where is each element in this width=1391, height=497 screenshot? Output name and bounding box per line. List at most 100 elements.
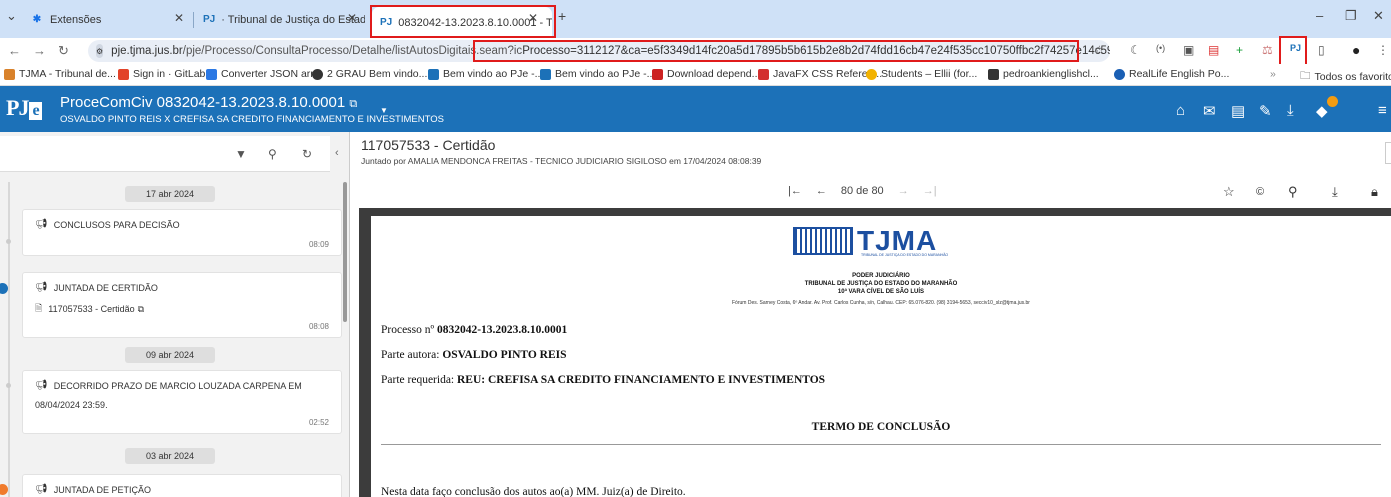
filter-icon[interactable]: ▼: [235, 147, 247, 161]
tab-tjma[interactable]: PJ · Tribunal de Justiça do Estado ✕: [195, 7, 365, 32]
bookmark-label: pedroankienglishcl...: [1003, 68, 1099, 80]
field-value: OSVALDO PINTO REIS: [442, 349, 567, 361]
reload-icon[interactable]: ↻: [58, 43, 69, 59]
url-bar[interactable]: ⚙ pje.tjma.jus.br/pje/Processo/ConsultaP…: [88, 40, 1110, 62]
download-icon[interactable]: ⤓: [1332, 184, 1338, 200]
document-link-text: 117057533 - Certidão: [48, 304, 135, 314]
bookmark-item[interactable]: Sign in · GitLab: [118, 68, 205, 80]
forward-icon[interactable]: →: [33, 43, 46, 58]
download-icon[interactable]: ⤓: [1287, 102, 1294, 119]
bookmark-label: RealLife English Po...: [1129, 68, 1230, 80]
megaphone-icon: 📢︎: [35, 282, 48, 293]
new-tab-icon[interactable]: +: [558, 8, 566, 24]
timeline-event[interactable]: 📢︎ JUNTADA DE PETIÇÃO: [22, 474, 342, 497]
close-window-icon[interactable]: ✕: [1373, 8, 1384, 24]
hamburger-menu-icon[interactable]: ≡: [1378, 102, 1387, 119]
timeline-dot: [0, 484, 8, 495]
bookmark-label: Bem vindo ao PJe -...: [443, 68, 544, 80]
restore-icon[interactable]: ❐: [1345, 8, 1357, 24]
pagination: |← ← 80 de 80 → →|: [788, 185, 951, 197]
last-page-icon[interactable]: →|: [923, 185, 937, 197]
star-icon[interactable]: ☆: [1223, 184, 1235, 200]
bookmark-item[interactable]: pedroankienglishcl...: [988, 68, 1099, 80]
extension-icon[interactable]: ▤: [1208, 43, 1219, 57]
document-title: 117057533 - Certidão: [361, 137, 496, 153]
clipboard-icon[interactable]: ⧉: [138, 304, 144, 315]
bookmark-item[interactable]: 2 GRAU Bem vindo...: [312, 68, 427, 80]
back-icon[interactable]: ←: [8, 43, 21, 58]
home-icon[interactable]: ⌂: [1176, 102, 1185, 119]
field-value: REU: CREFISA SA CREDITO FINANCIAMENTO E …: [457, 374, 826, 386]
edit-icon[interactable]: ✎: [1259, 102, 1272, 120]
date-label: 09 abr 2024: [125, 347, 215, 363]
refresh-icon[interactable]: ↻: [302, 147, 312, 161]
browser-menu-icon[interactable]: ⋮: [1377, 43, 1389, 57]
close-icon[interactable]: ✕: [528, 11, 538, 25]
bookmarks-overflow-icon[interactable]: »: [1270, 68, 1276, 80]
timeline-search-bar[interactable]: ▼ ⚲ ↻: [0, 136, 330, 172]
tag-icon[interactable]: ◆: [1316, 102, 1328, 120]
event-title: 📢︎ CONCLUSOS PARA DECISÃO: [35, 219, 180, 230]
pje-extension-icon[interactable]: PJ: [1290, 43, 1301, 53]
timeline-dot: [6, 383, 11, 388]
copy-icon[interactable]: ⧉: [349, 98, 357, 110]
extension-icon[interactable]: +: [1236, 43, 1243, 57]
other-bookmarks-label: Todos os favoritos: [1314, 71, 1391, 83]
mail-icon[interactable]: ✉: [1203, 102, 1216, 120]
bookmark-item[interactable]: Converter JSON arr...: [206, 68, 322, 80]
extension-icon[interactable]: ▣: [1183, 43, 1194, 57]
timeline-event[interactable]: 📢︎ DECORRIDO PRAZO DE MARCIO LOUZADA CARP…: [22, 370, 342, 434]
extension-icon[interactable]: ⚖: [1262, 43, 1273, 57]
collapse-panel-icon[interactable]: ‹: [335, 147, 339, 159]
browser-tab-strip: ⌄ ✱ Extensões ✕ PJ · Tribunal de Justiça…: [0, 0, 1391, 38]
previous-page-icon[interactable]: ←: [816, 185, 827, 197]
event-time: 02:52: [308, 418, 329, 427]
bookmark-item[interactable]: RealLife English Po...: [1114, 68, 1229, 80]
profile-icon[interactable]: ●: [1352, 42, 1360, 58]
search-icon[interactable]: ⚲: [268, 147, 277, 161]
dark-mode-extension-icon[interactable]: ☾: [1130, 43, 1141, 57]
tab-label: Extensões: [50, 13, 102, 26]
field-label: Parte autora:: [381, 349, 443, 361]
close-icon[interactable]: ✕: [347, 11, 357, 25]
timeline-event[interactable]: 📢︎ CONCLUSOS PARA DECISÃO 08:09: [22, 209, 342, 256]
first-page-icon[interactable]: |←: [788, 185, 802, 197]
timeline-line: [8, 182, 10, 497]
lock-icon[interactable]: 🔒︎: [1371, 184, 1378, 200]
document-icon[interactable]: ▤: [1231, 102, 1245, 120]
pje-logo[interactable]: PJ e: [6, 95, 42, 121]
close-icon[interactable]: ✕: [174, 11, 184, 25]
copyright-icon[interactable]: ©: [1256, 186, 1264, 198]
bookmark-item[interactable]: TJMA - Tribunal de...: [4, 68, 116, 80]
event-title-text: CONCLUSOS PARA DECISÃO: [53, 219, 180, 230]
extension-icon[interactable]: (•): [1156, 43, 1165, 53]
document-viewer: 117057533 - Certidão Juntado por AMALIA …: [351, 132, 1391, 497]
bookmark-star-icon[interactable]: ☆: [1094, 43, 1105, 57]
date-label: 03 abr 2024: [125, 448, 215, 464]
doc-heading: TERMO DE CONCLUSÃO: [811, 421, 951, 433]
bookmark-item[interactable]: Download depend...: [652, 68, 760, 80]
tab-extensions[interactable]: ✱ Extensões ✕: [22, 7, 192, 32]
site-info-icon[interactable]: ⚙: [96, 44, 104, 58]
bookmark-item[interactable]: Bem vindo ao PJe -...: [540, 68, 655, 80]
extensions-menu-icon[interactable]: ▯: [1318, 43, 1325, 57]
bookmark-item[interactable]: Students – Ellii (for...: [866, 68, 977, 80]
chevron-down-icon[interactable]: ▼: [380, 106, 388, 115]
pin-icon[interactable]: ⚲: [1288, 184, 1298, 200]
event-title-text: DECORRIDO PRAZO DE MARCIO LOUZADA CARPEN…: [53, 380, 302, 391]
minimize-icon[interactable]: –: [1316, 8, 1323, 23]
tab-search-icon[interactable]: ⌄: [6, 8, 17, 24]
next-page-icon[interactable]: →: [898, 185, 909, 197]
event-title-text: JUNTADA DE CERTIDÃO: [53, 282, 158, 293]
document-link[interactable]: 🗎 117057533 - Certidão ⧉: [35, 301, 144, 317]
other-bookmarks[interactable]: 🗀 Todos os favoritos: [1300, 68, 1391, 86]
bookmark-item[interactable]: Bem vindo ao PJe -...: [428, 68, 543, 80]
timeline-dot-selected: [0, 283, 8, 294]
bookmark-label: Bem vindo ao PJe -...: [555, 68, 656, 80]
side-panel-toggle[interactable]: [1385, 142, 1391, 164]
address-toolbar: ← → ↻ ⚙ pje.tjma.jus.br/pje/Processo/Con…: [0, 38, 1391, 64]
timeline-event[interactable]: 📢︎ JUNTADA DE CERTIDÃO 🗎 117057533 - Certi…: [22, 272, 342, 338]
tab-process-active[interactable]: PJ 0832042-13.2023.8.10.0001 - Tr ✕: [372, 7, 552, 38]
bookmark-item[interactable]: JavaFX CSS Referen...: [758, 68, 882, 80]
scrollbar[interactable]: [343, 182, 347, 322]
